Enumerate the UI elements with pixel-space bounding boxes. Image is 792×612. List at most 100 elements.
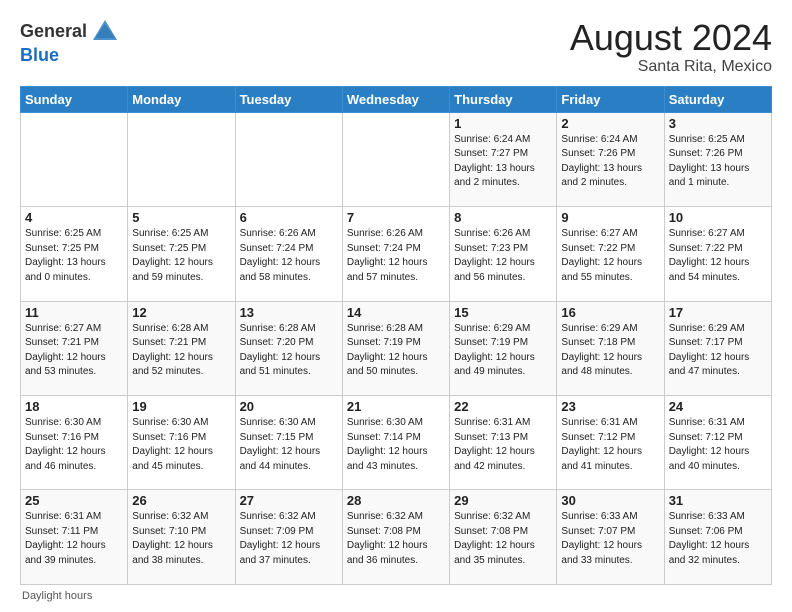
- day-number: 15: [454, 305, 552, 320]
- calendar-cell: 11 Sunrise: 6:27 AM Sunset: 7:21 PM Dayli…: [21, 301, 128, 395]
- day-number: 11: [25, 305, 123, 320]
- day-info: Sunrise: 6:26 AM Sunset: 7:24 PM Dayligh…: [347, 227, 445, 285]
- calendar-cell: 25Sunrise: 6:31 AM Sunset: 7:11 PM Dayli…: [21, 490, 128, 585]
- calendar-cell: 2 Sunrise: 6:24 AM Sunset: 7:26 PM Daylig…: [557, 112, 664, 206]
- day-number: 7: [347, 210, 445, 225]
- calendar-cell: 23 Sunrise: 6:31 AM Sunset: 7:12 PM Dayli…: [557, 396, 664, 490]
- day-number: 8: [454, 210, 552, 225]
- day-info: Sunrise: 6:31 AM Sunset: 7:12 PM Dayligh…: [669, 416, 767, 474]
- day-info: Sunrise: 6:32 AM Sunset: 7:10 PM Dayligh…: [132, 510, 230, 568]
- col-header-friday: Friday: [557, 86, 664, 112]
- day-number: 18: [25, 399, 123, 414]
- page: General Blue August 2024 Santa Rita, Mex…: [0, 0, 792, 612]
- header: General Blue August 2024 Santa Rita, Mex…: [20, 18, 772, 76]
- calendar-week-4: 18 Sunrise: 6:30 AM Sunset: 7:16 PM Dayli…: [21, 396, 772, 490]
- day-number: 9: [561, 210, 659, 225]
- calendar-cell: 14Sunrise: 6:28 AM Sunset: 7:19 PM Dayli…: [342, 301, 449, 395]
- calendar-week-3: 11 Sunrise: 6:27 AM Sunset: 7:21 PM Dayli…: [21, 301, 772, 395]
- day-number: 20: [240, 399, 338, 414]
- day-number: 1: [454, 116, 552, 131]
- calendar-cell: 26Sunrise: 6:32 AM Sunset: 7:10 PM Dayli…: [128, 490, 235, 585]
- day-number: 2: [561, 116, 659, 131]
- day-info: Sunrise: 6:26 AM Sunset: 7:23 PM Dayligh…: [454, 227, 552, 285]
- calendar-cell: 16Sunrise: 6:29 AM Sunset: 7:18 PM Dayli…: [557, 301, 664, 395]
- day-number: 3: [669, 116, 767, 131]
- month-year: August 2024: [570, 18, 772, 58]
- title-block: August 2024 Santa Rita, Mexico: [570, 18, 772, 76]
- calendar-cell: 21 Sunrise: 6:30 AM Sunset: 7:14 PM Dayli…: [342, 396, 449, 490]
- day-info: Sunrise: 6:30 AM Sunset: 7:16 PM Dayligh…: [25, 416, 123, 474]
- calendar-cell: 10 Sunrise: 6:27 AM Sunset: 7:22 PM Dayli…: [664, 207, 771, 301]
- day-number: 21: [347, 399, 445, 414]
- day-number: 17: [669, 305, 767, 320]
- day-info: Sunrise: 6:30 AM Sunset: 7:15 PM Dayligh…: [240, 416, 338, 474]
- day-number: 14: [347, 305, 445, 320]
- calendar-cell: 7 Sunrise: 6:26 AM Sunset: 7:24 PM Daylig…: [342, 207, 449, 301]
- col-header-monday: Monday: [128, 86, 235, 112]
- day-info: Sunrise: 6:29 AM Sunset: 7:17 PM Dayligh…: [669, 322, 767, 380]
- day-info: Sunrise: 6:33 AM Sunset: 7:07 PM Dayligh…: [561, 510, 659, 568]
- day-info: Sunrise: 6:31 AM Sunset: 7:12 PM Dayligh…: [561, 416, 659, 474]
- calendar-cell: 19 Sunrise: 6:30 AM Sunset: 7:16 PM Dayli…: [128, 396, 235, 490]
- day-info: Sunrise: 6:30 AM Sunset: 7:14 PM Dayligh…: [347, 416, 445, 474]
- day-info: Sunrise: 6:25 AM Sunset: 7:25 PM Dayligh…: [132, 227, 230, 285]
- col-header-sunday: Sunday: [21, 86, 128, 112]
- day-number: 6: [240, 210, 338, 225]
- calendar-header-row: SundayMondayTuesdayWednesdayThursdayFrid…: [21, 86, 772, 112]
- day-number: 23: [561, 399, 659, 414]
- day-info: Sunrise: 6:30 AM Sunset: 7:16 PM Dayligh…: [132, 416, 230, 474]
- day-info: Sunrise: 6:31 AM Sunset: 7:11 PM Dayligh…: [25, 510, 123, 568]
- col-header-tuesday: Tuesday: [235, 86, 342, 112]
- day-info: Sunrise: 6:24 AM Sunset: 7:26 PM Dayligh…: [561, 133, 659, 191]
- calendar-cell: 9 Sunrise: 6:27 AM Sunset: 7:22 PM Daylig…: [557, 207, 664, 301]
- day-info: Sunrise: 6:26 AM Sunset: 7:24 PM Dayligh…: [240, 227, 338, 285]
- day-info: Sunrise: 6:27 AM Sunset: 7:22 PM Dayligh…: [669, 227, 767, 285]
- calendar-cell: 29 Sunrise: 6:32 AM Sunset: 7:08 PM Dayli…: [450, 490, 557, 585]
- calendar-cell: 12Sunrise: 6:28 AM Sunset: 7:21 PM Dayli…: [128, 301, 235, 395]
- day-info: Sunrise: 6:31 AM Sunset: 7:13 PM Dayligh…: [454, 416, 552, 474]
- calendar-cell: 8 Sunrise: 6:26 AM Sunset: 7:23 PM Daylig…: [450, 207, 557, 301]
- day-number: 5: [132, 210, 230, 225]
- col-header-thursday: Thursday: [450, 86, 557, 112]
- day-number: 27: [240, 493, 338, 508]
- logo: General Blue: [20, 18, 119, 66]
- day-number: 16: [561, 305, 659, 320]
- calendar-cell: 27Sunrise: 6:32 AM Sunset: 7:09 PM Dayli…: [235, 490, 342, 585]
- logo-general: General: [20, 22, 87, 42]
- calendar-cell: [21, 112, 128, 206]
- day-info: Sunrise: 6:32 AM Sunset: 7:08 PM Dayligh…: [347, 510, 445, 568]
- col-header-saturday: Saturday: [664, 86, 771, 112]
- day-number: 19: [132, 399, 230, 414]
- calendar-cell: 31Sunrise: 6:33 AM Sunset: 7:06 PM Dayli…: [664, 490, 771, 585]
- calendar-table: SundayMondayTuesdayWednesdayThursdayFrid…: [20, 86, 772, 585]
- logo-blue: Blue: [20, 45, 59, 65]
- day-number: 28: [347, 493, 445, 508]
- day-number: 22: [454, 399, 552, 414]
- day-number: 12: [132, 305, 230, 320]
- day-info: Sunrise: 6:27 AM Sunset: 7:22 PM Dayligh…: [561, 227, 659, 285]
- calendar-cell: 17 Sunrise: 6:29 AM Sunset: 7:17 PM Dayli…: [664, 301, 771, 395]
- calendar-cell: 15Sunrise: 6:29 AM Sunset: 7:19 PM Dayli…: [450, 301, 557, 395]
- day-number: 29: [454, 493, 552, 508]
- calendar-cell: 4Sunrise: 6:25 AM Sunset: 7:25 PM Daylig…: [21, 207, 128, 301]
- day-info: Sunrise: 6:25 AM Sunset: 7:25 PM Dayligh…: [25, 227, 123, 285]
- day-info: Sunrise: 6:28 AM Sunset: 7:20 PM Dayligh…: [240, 322, 338, 380]
- footer-note: Daylight hours: [20, 590, 772, 602]
- day-info: Sunrise: 6:24 AM Sunset: 7:27 PM Dayligh…: [454, 133, 552, 191]
- calendar-cell: 22 Sunrise: 6:31 AM Sunset: 7:13 PM Dayli…: [450, 396, 557, 490]
- calendar-week-1: 1 Sunrise: 6:24 AM Sunset: 7:27 PM Daylig…: [21, 112, 772, 206]
- col-header-wednesday: Wednesday: [342, 86, 449, 112]
- day-info: Sunrise: 6:32 AM Sunset: 7:08 PM Dayligh…: [454, 510, 552, 568]
- calendar-cell: 28 Sunrise: 6:32 AM Sunset: 7:08 PM Dayli…: [342, 490, 449, 585]
- day-number: 10: [669, 210, 767, 225]
- calendar-cell: 13Sunrise: 6:28 AM Sunset: 7:20 PM Dayli…: [235, 301, 342, 395]
- calendar-cell: 20 Sunrise: 6:30 AM Sunset: 7:15 PM Dayli…: [235, 396, 342, 490]
- day-info: Sunrise: 6:27 AM Sunset: 7:21 PM Dayligh…: [25, 322, 123, 380]
- day-number: 24: [669, 399, 767, 414]
- calendar-week-5: 25Sunrise: 6:31 AM Sunset: 7:11 PM Dayli…: [21, 490, 772, 585]
- calendar-cell: 18 Sunrise: 6:30 AM Sunset: 7:16 PM Dayli…: [21, 396, 128, 490]
- calendar-cell: 24 Sunrise: 6:31 AM Sunset: 7:12 PM Dayli…: [664, 396, 771, 490]
- day-info: Sunrise: 6:33 AM Sunset: 7:06 PM Dayligh…: [669, 510, 767, 568]
- calendar-week-2: 4Sunrise: 6:25 AM Sunset: 7:25 PM Daylig…: [21, 207, 772, 301]
- calendar-cell: [235, 112, 342, 206]
